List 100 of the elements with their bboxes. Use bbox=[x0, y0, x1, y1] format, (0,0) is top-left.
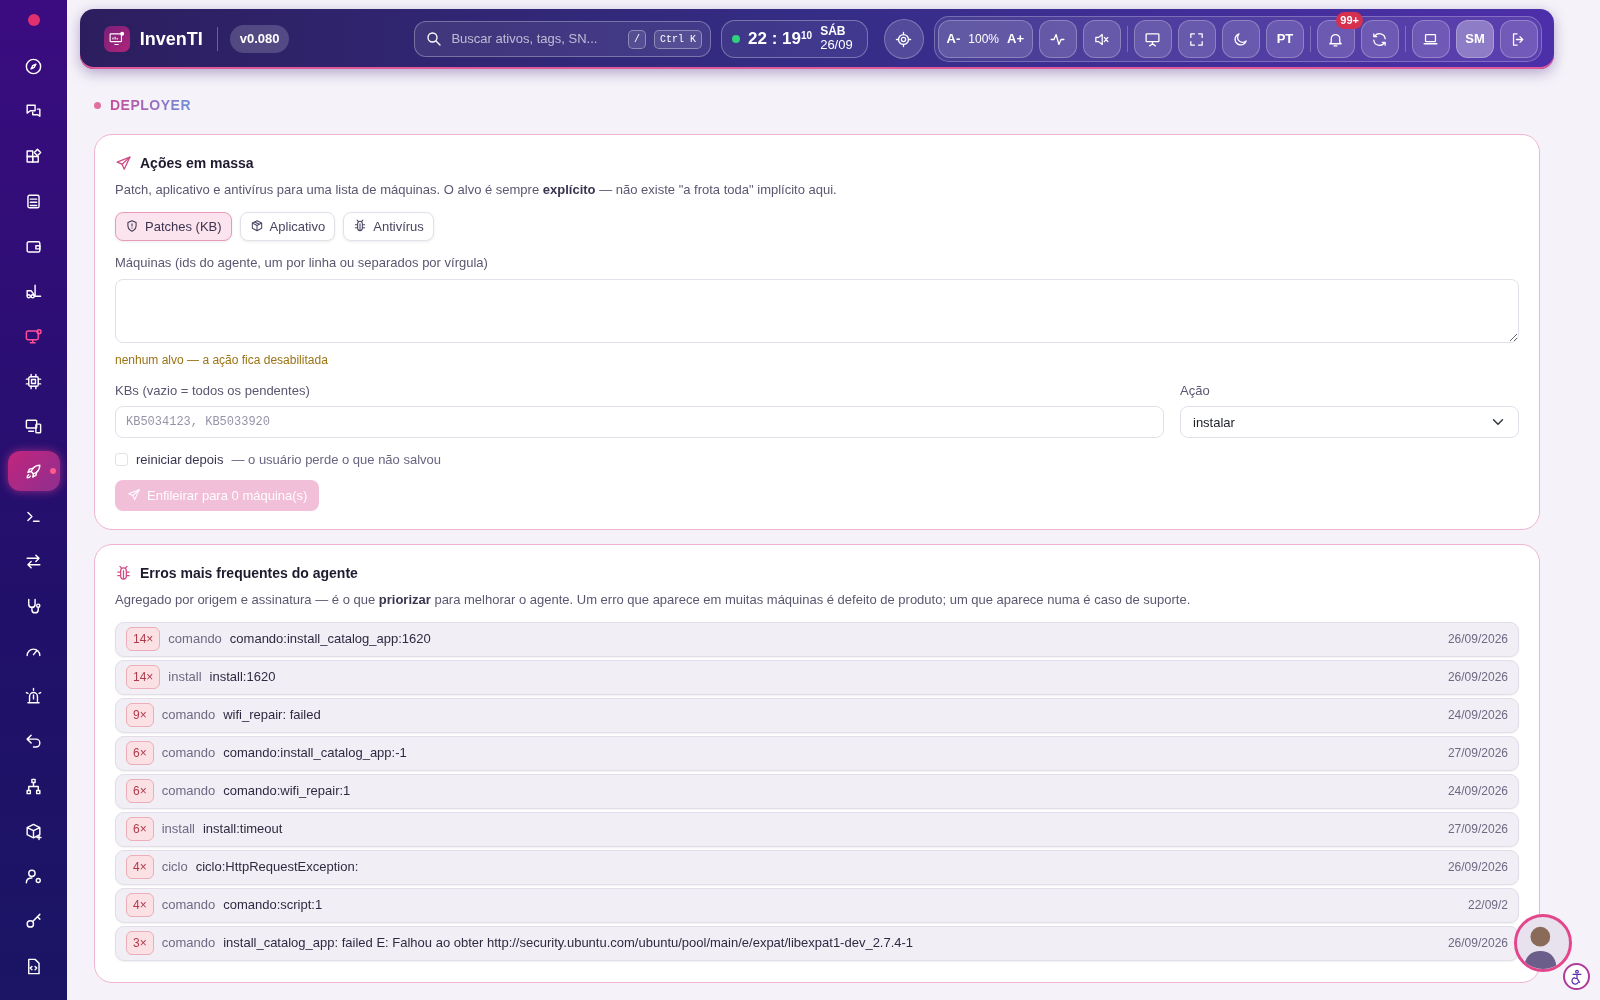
error-row[interactable]: 6× install install:timeout 27/09/2026 bbox=[115, 811, 1519, 847]
card-title: Ações em massa bbox=[140, 154, 254, 173]
toggle-button[interactable]: SM bbox=[1456, 20, 1494, 58]
error-row[interactable]: 4× ciclo ciclo:HttpRequestException: 26/09/2026 bbox=[115, 849, 1519, 885]
error-row[interactable]: 3× comando install_catalog_app: failed E: Falhou ao obter http://security.ubuntu.com/ubuntu/pool/main/e/expat/libexpat1-dev_2.7.4-1 26/09/2026 bbox=[115, 925, 1519, 961]
app-name: InvenTI bbox=[139, 27, 203, 51]
presentation-button[interactable] bbox=[1134, 20, 1172, 58]
send-icon bbox=[127, 488, 141, 503]
count-badge: 14× bbox=[126, 665, 161, 689]
error-date: 26/09/2026 bbox=[1447, 935, 1508, 952]
weekday-label: SÁB bbox=[820, 25, 847, 39]
notification-badge: 99+ bbox=[1336, 12, 1363, 29]
error-row[interactable]: 9× comando wifi_repair: failed 24/09/2026 bbox=[115, 697, 1519, 733]
chip-icon bbox=[24, 372, 43, 391]
error-date: 27/09/2026 bbox=[1447, 821, 1508, 838]
moon-icon bbox=[1232, 30, 1250, 48]
refresh-icon bbox=[1371, 30, 1389, 48]
rocket-icon bbox=[24, 461, 43, 481]
shortcut-key: Ctrl K bbox=[654, 29, 703, 49]
error-signature: install:1620 bbox=[209, 668, 276, 687]
avatar[interactable] bbox=[1514, 914, 1572, 972]
hint-text: — o usuário perde o que não salvou bbox=[231, 451, 442, 469]
tab[interactable]: Antivírus bbox=[343, 211, 434, 241]
zoom-level[interactable]: 100% bbox=[968, 30, 999, 48]
pulse-button[interactable] bbox=[1039, 20, 1077, 58]
locate-button[interactable] bbox=[883, 19, 924, 59]
fullscreen-button[interactable] bbox=[1178, 20, 1216, 58]
card-description: Patch, aplicativo e antivírus para uma lista de máquinas. O alvo é sempre explícito — não existe "a frota toda" implícito aqui. bbox=[115, 181, 838, 199]
hierarchy-icon bbox=[24, 777, 43, 796]
error-date: 27/09/2026 bbox=[1447, 745, 1508, 762]
moon-button[interactable] bbox=[1222, 20, 1260, 58]
target-icon bbox=[895, 30, 913, 48]
field-label: KBs (vazio = todos os pendentes) bbox=[115, 381, 311, 400]
section-dot bbox=[94, 102, 101, 109]
devices-icon bbox=[24, 417, 43, 436]
nav-item[interactable] bbox=[7, 451, 60, 491]
count-badge: 14× bbox=[126, 627, 161, 651]
card-title: Erros mais frequentes do agente bbox=[140, 564, 358, 583]
kbs-field[interactable]: KB5034123, KB5033920 bbox=[115, 406, 1164, 438]
card-description: Agregado por origem e assinatura — é o que priorizar para melhorar o agente. Um erro que aparece em muitas máquinas é defeito de produto; um que aparece numa é caso de suporte. bbox=[115, 591, 1192, 609]
compass-icon bbox=[24, 57, 43, 76]
tab[interactable]: Patches (KB) bbox=[115, 211, 232, 241]
package-icon bbox=[249, 219, 264, 234]
error-origin: install bbox=[168, 668, 202, 687]
shortcut-key: / bbox=[628, 29, 647, 49]
logout-button[interactable] bbox=[1500, 20, 1538, 58]
error-row[interactable]: 14× install install:1620 26/09/2026 bbox=[115, 659, 1519, 695]
mute-button[interactable] bbox=[1083, 20, 1121, 58]
error-signature: comando:script:1 bbox=[223, 896, 323, 915]
accessibility-button[interactable] bbox=[1563, 963, 1590, 990]
error-date: 22/09/2 bbox=[1467, 897, 1508, 914]
toggle-button[interactable]: PT bbox=[1266, 20, 1304, 58]
count-badge: 6× bbox=[126, 817, 154, 841]
user-gear-icon bbox=[24, 867, 43, 886]
presentation-icon bbox=[1144, 30, 1162, 48]
status-dot bbox=[27, 14, 40, 26]
archive-icon bbox=[24, 192, 43, 211]
search-input[interactable]: Buscar ativos, tags, SN... bbox=[451, 29, 621, 49]
apps-icon bbox=[24, 147, 43, 166]
siren-icon bbox=[24, 687, 43, 706]
clock-time: 22 : 19$^{10}$ bbox=[748, 28, 813, 51]
fullscreen-icon bbox=[1188, 30, 1206, 48]
count-badge: 9× bbox=[126, 703, 154, 727]
restart-checkbox[interactable] bbox=[115, 453, 128, 467]
error-origin: comando bbox=[161, 934, 216, 953]
error-date: 24/09/2026 bbox=[1447, 707, 1508, 724]
error-signature: install_catalog_app: failed E: Falhou ao obter http://security.ubuntu.com/ubuntu/pool/main/e/expat/libexpat1-dev_2.7.4-1 bbox=[223, 934, 914, 953]
error-row[interactable]: 6× comando comando:install_catalog_app:-1 27/09/2026 bbox=[115, 735, 1519, 771]
error-row[interactable]: 6× comando comando:wifi_repair:1 24/09/2026 bbox=[115, 773, 1519, 809]
error-signature: comando:install_catalog_app:-1 bbox=[223, 744, 407, 763]
machines-field[interactable] bbox=[115, 278, 1519, 343]
bug-icon bbox=[353, 219, 368, 234]
count-badge: 4× bbox=[126, 893, 154, 917]
search-box[interactable]: Buscar ativos, tags, SN... / Ctrl K bbox=[414, 21, 712, 57]
font-decrease-button[interactable]: A- bbox=[946, 29, 961, 49]
error-signature: comando:wifi_repair:1 bbox=[223, 782, 351, 801]
field-label: Ação bbox=[1180, 381, 1211, 400]
error-row[interactable]: 14× comando comando:install_catalog_app:1620 26/09/2026 bbox=[115, 621, 1519, 657]
date-label: 26/09 bbox=[820, 38, 853, 53]
error-signature: install:timeout bbox=[202, 820, 283, 839]
count-badge: 6× bbox=[126, 779, 154, 803]
action-select[interactable]: instalar bbox=[1180, 406, 1519, 438]
error-origin: comando bbox=[161, 782, 216, 801]
laptop-button[interactable] bbox=[1412, 20, 1450, 58]
field-label: Máquinas (ids do agente, um por linha ou separados por vírgula) bbox=[115, 254, 489, 272]
error-date: 26/09/2026 bbox=[1447, 859, 1508, 876]
monitor-icon bbox=[24, 327, 43, 346]
error-signature: ciclo:HttpRequestException: bbox=[195, 858, 359, 877]
error-row[interactable]: 4× comando comando:script:1 22/09/2 bbox=[115, 887, 1519, 923]
count-badge: 6× bbox=[126, 741, 154, 765]
error-origin: ciclo bbox=[161, 858, 188, 877]
font-increase-button[interactable]: A+ bbox=[1007, 29, 1024, 49]
refresh-button[interactable] bbox=[1361, 20, 1399, 58]
checkbox-label: reiniciar depois bbox=[136, 451, 224, 469]
error-date: 26/09/2026 bbox=[1447, 631, 1508, 648]
error-origin: comando bbox=[168, 630, 222, 649]
bug-icon bbox=[115, 565, 132, 582]
error-date: 24/09/2026 bbox=[1447, 783, 1508, 800]
key-icon bbox=[24, 912, 43, 931]
tab[interactable]: Aplicativo bbox=[239, 211, 336, 241]
